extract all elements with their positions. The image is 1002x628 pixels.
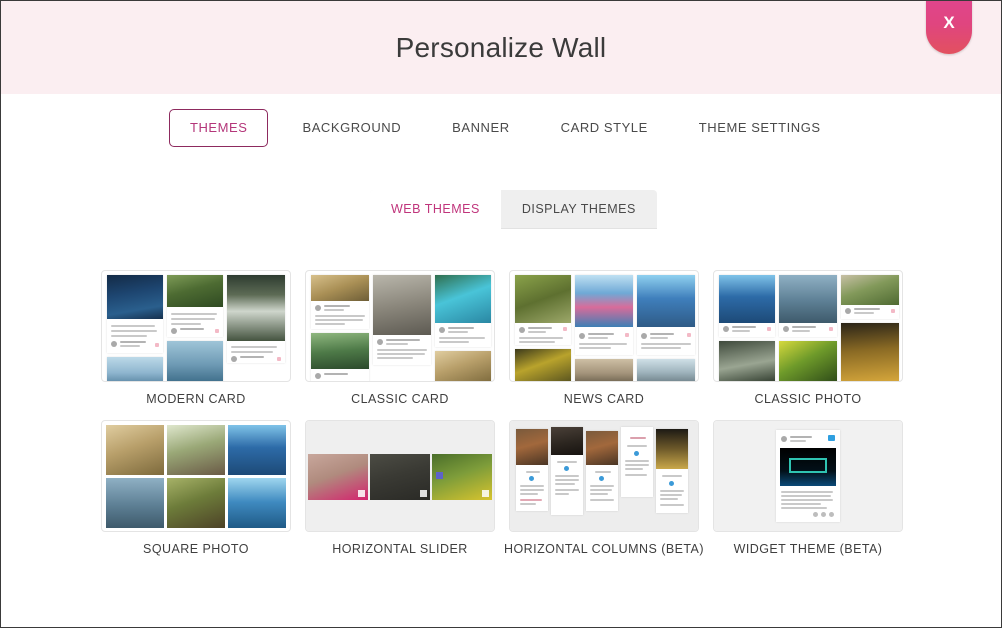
theme-thumbnail-news-card[interactable] xyxy=(509,270,699,382)
close-icon: X xyxy=(943,13,955,32)
theme-label-news-card: NEWS CARD xyxy=(563,392,645,406)
personalize-wall-dialog: Personalize Wall X THEMES BACKGROUND BAN… xyxy=(0,0,1002,628)
tab-card-style[interactable]: CARD STYLE xyxy=(544,109,665,147)
theme-label-modern-card: MODERN CARD xyxy=(146,392,246,406)
subtab-display-themes[interactable]: DISPLAY THEMES xyxy=(500,190,657,229)
theme-option-classic-photo[interactable]: CLASSIC PHOTO xyxy=(706,270,910,407)
theme-grid: MODERN CARD CLASSIC CARD NEWS CARD CLASS… xyxy=(94,270,910,570)
main-tab-bar: THEMES BACKGROUND BANNER CARD STYLE THEM… xyxy=(1,94,1001,170)
theme-option-square-photo[interactable]: SQUARE PHOTO xyxy=(94,420,298,557)
theme-thumbnail-horizontal-slider[interactable] xyxy=(305,420,495,532)
theme-label-horizontal-slider: HORIZONTAL SLIDER xyxy=(332,542,468,556)
sub-tab-bar: WEB THEMES DISPLAY THEMES xyxy=(370,190,657,229)
theme-thumbnail-widget-theme[interactable] xyxy=(713,420,903,532)
theme-option-horizontal-slider[interactable]: HORIZONTAL SLIDER xyxy=(298,420,502,557)
theme-thumbnail-modern-card[interactable] xyxy=(101,270,291,382)
theme-label-classic-card: CLASSIC CARD xyxy=(351,392,449,406)
tab-background[interactable]: BACKGROUND xyxy=(285,109,418,147)
theme-option-horizontal-columns[interactable]: HORIZONTAL COLUMNS (BETA) xyxy=(502,420,706,557)
tab-theme-settings[interactable]: THEME SETTINGS xyxy=(682,109,838,147)
theme-label-classic-photo: CLASSIC PHOTO xyxy=(754,392,862,406)
tab-themes[interactable]: THEMES xyxy=(169,109,269,147)
theme-thumbnail-horizontal-columns[interactable] xyxy=(509,420,699,532)
theme-thumbnail-square-photo[interactable] xyxy=(101,420,291,532)
theme-label-horizontal-columns: HORIZONTAL COLUMNS (BETA) xyxy=(504,542,704,556)
tab-banner[interactable]: BANNER xyxy=(435,109,526,147)
page-title: Personalize Wall xyxy=(395,32,607,63)
theme-thumbnail-classic-card[interactable] xyxy=(305,270,495,382)
dialog-header: Personalize Wall xyxy=(1,1,1001,94)
theme-option-modern-card[interactable]: MODERN CARD xyxy=(94,270,298,407)
theme-option-classic-card[interactable]: CLASSIC CARD xyxy=(298,270,502,407)
theme-label-widget-theme: WIDGET THEME (BETA) xyxy=(733,542,883,556)
theme-option-widget-theme[interactable]: WIDGET THEME (BETA) xyxy=(706,420,910,557)
subtab-web-themes[interactable]: WEB THEMES xyxy=(370,190,501,229)
theme-label-square-photo: SQUARE PHOTO xyxy=(143,542,249,556)
close-button[interactable]: X xyxy=(926,1,972,54)
theme-thumbnail-classic-photo[interactable] xyxy=(713,270,903,382)
theme-option-news-card[interactable]: NEWS CARD xyxy=(502,270,706,407)
